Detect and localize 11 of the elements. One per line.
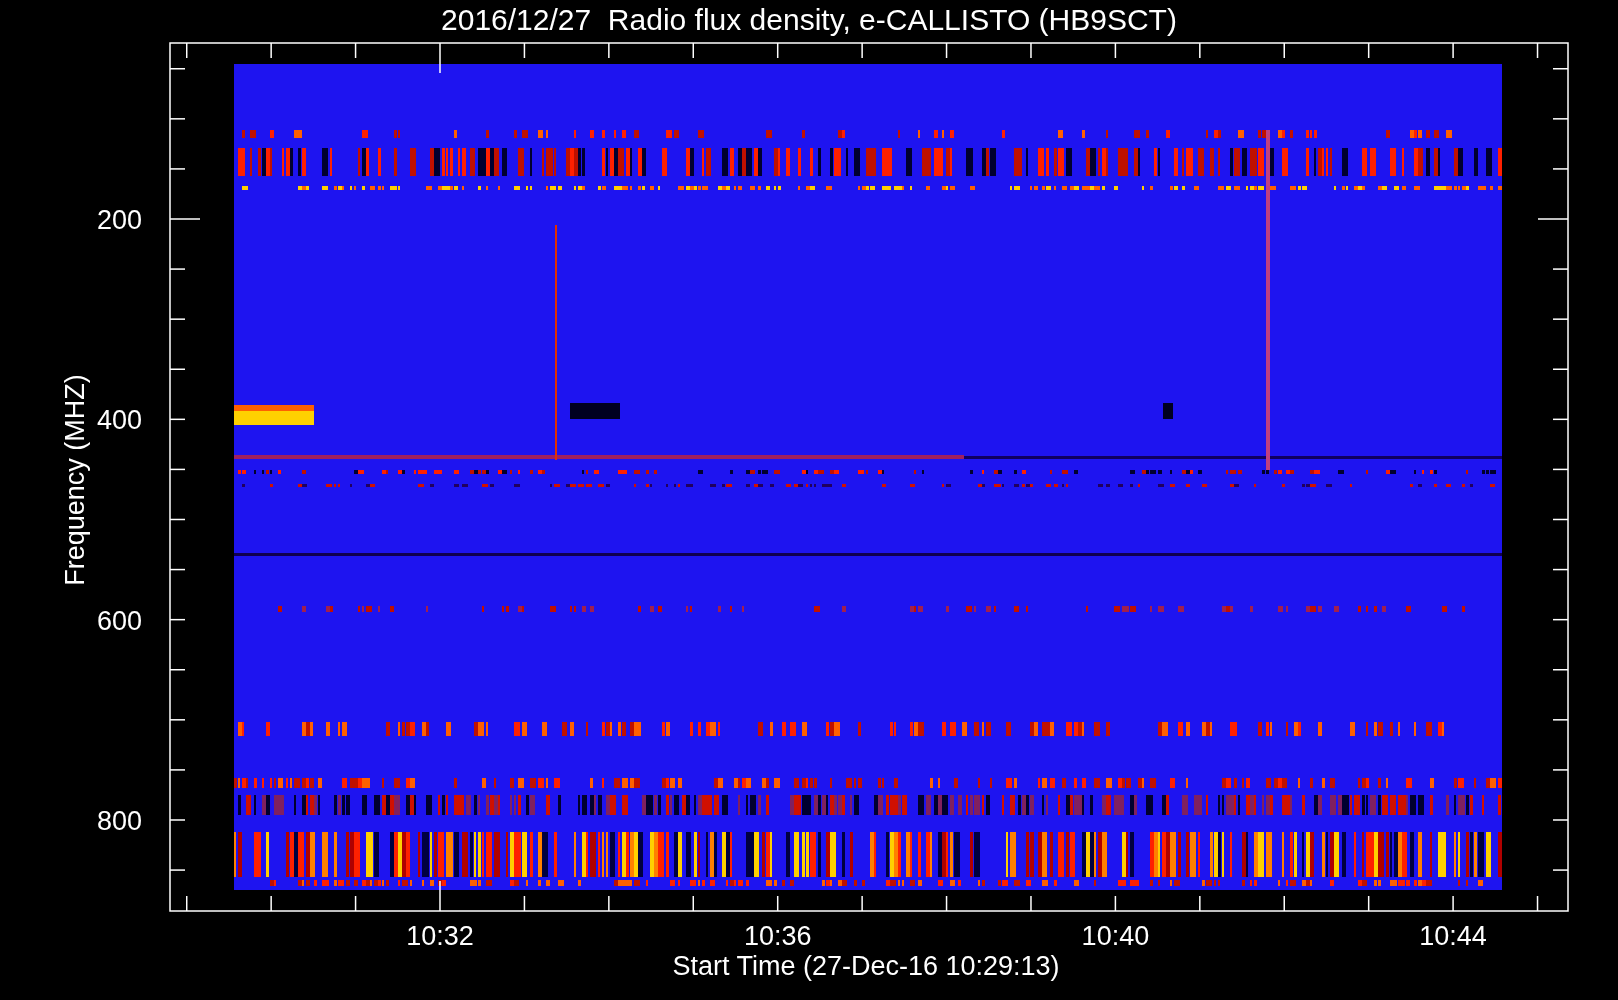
x-axis-label: Start Time (27-Dec-16 10:29:13) <box>672 951 1060 981</box>
axis-tick-label: 400 <box>96 405 142 436</box>
chart-title: 2016/12/27 Radio flux density, e-CALLISTO (HB9SCT) <box>441 2 1177 38</box>
axis-tick-label: 10:44 <box>1419 921 1487 951</box>
axis-tick-label: 800 <box>96 806 142 836</box>
axis-tick-label: 200 <box>96 205 142 235</box>
y-axis-label: Frequency (MHZ) <box>60 374 90 586</box>
axis-tick-label: 600 <box>96 605 142 636</box>
axis-tick-label: 10:40 <box>1081 921 1150 951</box>
axis-tick-label: 10:32 <box>406 921 474 951</box>
axis-tick-label: 10:36 <box>743 921 812 951</box>
